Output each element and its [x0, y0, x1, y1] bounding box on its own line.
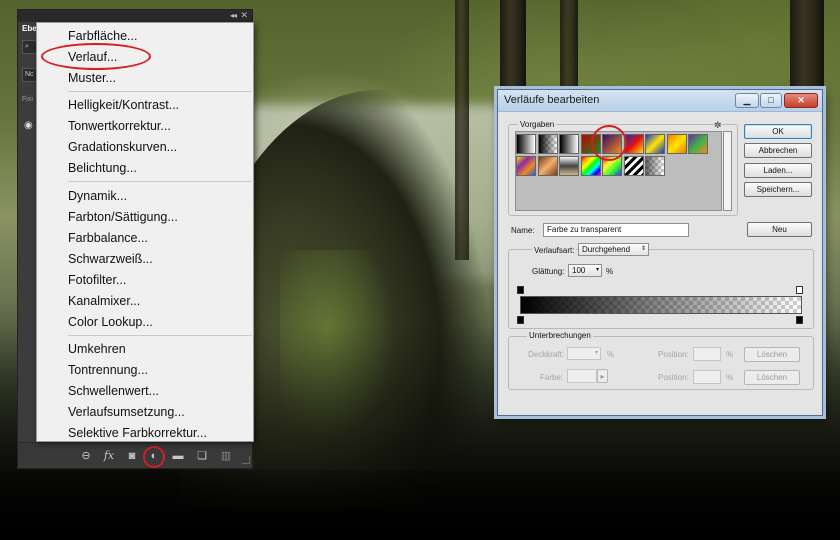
panel-top-bar[interactable]: ◂◂ ✕: [18, 10, 252, 22]
menu-item-photo-filter[interactable]: Fotofilter...: [68, 272, 126, 288]
layers-bottom-toolbar: ⊖ fx ◙ ◐ ▬ ❏ ▥: [18, 442, 252, 468]
gradient-preview-bar[interactable]: [520, 296, 802, 314]
menu-item-color-balance[interactable]: Farbbalance...: [68, 230, 148, 246]
preset-swatch-foreground-to-background[interactable]: [516, 134, 536, 154]
gradient-name-field[interactable]: Farbe zu transparent: [543, 223, 689, 237]
preset-swatch-copper[interactable]: [537, 155, 558, 176]
smoothness-label: Glättung:: [532, 267, 565, 276]
maximize-icon[interactable]: □: [760, 93, 782, 108]
smoothness-value: 100: [572, 266, 586, 275]
menu-item-selective-color[interactable]: Selektive Farbkorrektur...: [68, 425, 207, 441]
color-position-field[interactable]: [693, 370, 721, 384]
presets-scrollbar[interactable]: [723, 131, 732, 211]
menu-item-hue-saturation[interactable]: Farbton/Sättigung...: [68, 209, 178, 225]
opacity-unit: %: [607, 350, 615, 359]
chevron-down-icon[interactable]: ▾: [596, 265, 599, 276]
menu-item-threshold[interactable]: Schwellenwert...: [68, 383, 159, 399]
opacity-stop-left[interactable]: [517, 286, 524, 294]
new-layer-icon[interactable]: ❏: [194, 449, 210, 463]
preset-swatch-black-white[interactable]: [559, 134, 579, 154]
chevron-updown-icon: ⇕: [640, 246, 646, 252]
color-menu-arrow-icon[interactable]: ▸: [597, 369, 608, 383]
color-position-unit: %: [726, 373, 734, 382]
menu-item-vibrance[interactable]: Dynamik...: [68, 188, 127, 204]
collapse-icon[interactable]: ◂◂: [230, 11, 237, 20]
save-button[interactable]: Speichern...: [744, 182, 812, 197]
close-icon[interactable]: ✕: [784, 93, 818, 108]
preset-swatch-spectrum[interactable]: [580, 155, 601, 176]
color-stop-left[interactable]: [517, 316, 524, 324]
fx-icon[interactable]: fx: [101, 449, 117, 463]
new-button[interactable]: Neu: [747, 222, 812, 237]
name-label: Name:: [511, 226, 535, 235]
layers-tab[interactable]: Ebe: [22, 24, 37, 33]
menu-separator: [68, 181, 252, 182]
opacity-position-label: Position:: [658, 350, 689, 359]
gradient-type-value: Durchgehend: [582, 245, 631, 254]
menu-item-pattern[interactable]: Muster...: [68, 70, 116, 86]
menu-separator: [68, 91, 252, 92]
preset-swatch-blue-yellow-blue[interactable]: [645, 134, 665, 154]
gear-icon[interactable]: ✲: [714, 120, 722, 131]
highlight-circle: [143, 446, 165, 468]
menu-item-exposure[interactable]: Belichtung...: [68, 160, 137, 176]
presets-label: Vorgaben: [518, 120, 557, 129]
trash-icon[interactable]: ▥: [218, 449, 234, 463]
minimize-icon[interactable]: ▁: [735, 93, 759, 108]
folder-icon[interactable]: ▬: [170, 449, 186, 463]
opacity-label: Deckkraft:: [528, 350, 565, 359]
delete-color-stop-button[interactable]: Löschen: [744, 370, 800, 385]
menu-item-levels[interactable]: Tonwertkorrektur...: [68, 118, 171, 134]
load-button[interactable]: Laden...: [744, 163, 812, 178]
menu-item-color-lookup[interactable]: Color Lookup...: [68, 314, 153, 330]
smoothness-field[interactable]: 100 ▾: [568, 264, 602, 277]
opacity-field[interactable]: ▾: [567, 347, 601, 360]
opacity-position-field[interactable]: [693, 347, 721, 361]
smoothness-unit: %: [606, 267, 614, 276]
cancel-button[interactable]: Abbrechen: [744, 143, 812, 158]
menu-item-solid-color[interactable]: Farbfläche...: [68, 28, 137, 44]
delete-opacity-stop-button[interactable]: Löschen: [744, 347, 800, 362]
gradient-type-select[interactable]: Durchgehend ⇕: [578, 243, 649, 256]
close-icon[interactable]: ✕: [240, 10, 248, 21]
menu-item-gradient-map[interactable]: Verlaufsumsetzung...: [68, 404, 185, 420]
chevron-down-icon[interactable]: ▾: [595, 348, 598, 359]
menu-item-posterize[interactable]: Tontrennung...: [68, 362, 148, 378]
opacity-position-unit: %: [726, 350, 734, 359]
preset-swatch-orange-yellow-orange[interactable]: [666, 134, 687, 154]
preset-swatch-chrome[interactable]: [559, 155, 579, 176]
ok-button[interactable]: OK: [744, 124, 812, 139]
preset-swatch-yellow-violet-orange-blue[interactable]: [516, 155, 536, 176]
color-label: Farbe:: [540, 373, 564, 382]
color-position-label: Position:: [658, 373, 689, 382]
stops-section-label: Unterbrechungen: [527, 331, 593, 340]
mask-icon[interactable]: ◙: [124, 449, 140, 463]
eye-icon[interactable]: ◉: [24, 120, 33, 131]
color-swatch-field[interactable]: [567, 369, 597, 383]
highlight-circle: [41, 43, 151, 70]
bottom-shadow: [0, 470, 840, 540]
highlight-circle: [591, 125, 627, 161]
menu-item-invert[interactable]: Umkehren: [68, 341, 126, 357]
lock-label: Fixi: [22, 96, 33, 103]
preset-swatch-violet-green-orange[interactable]: [688, 134, 708, 154]
preset-swatch-neutral-density[interactable]: [645, 155, 665, 176]
link-icon[interactable]: ⊖: [78, 449, 94, 463]
preset-swatch-transparent-stripes[interactable]: [623, 155, 644, 176]
preset-swatch-foreground-to-transparent[interactable]: [537, 134, 558, 154]
menu-item-channel-mixer[interactable]: Kanalmixer...: [68, 293, 140, 309]
menu-separator: [68, 335, 252, 336]
resize-grip[interactable]: [242, 456, 250, 464]
dialog-title: Verläufe bearbeiten: [504, 94, 600, 106]
adjustment-menu: Farbfläche... Verlauf... Muster... Helli…: [36, 22, 254, 442]
dialog-title-bar[interactable]: Verläufe bearbeiten ▁ □ ✕: [498, 90, 822, 112]
color-stop-right[interactable]: [796, 316, 803, 324]
menu-item-curves[interactable]: Gradationskurven...: [68, 139, 177, 155]
opacity-stop-right[interactable]: [796, 286, 803, 294]
menu-item-black-white[interactable]: Schwarzweiß...: [68, 251, 153, 267]
gradient-type-label: Verlaufsart:: [532, 246, 577, 255]
gradient-group: [508, 249, 814, 329]
menu-item-brightness-contrast[interactable]: Helligkeit/Kontrast...: [68, 97, 179, 113]
